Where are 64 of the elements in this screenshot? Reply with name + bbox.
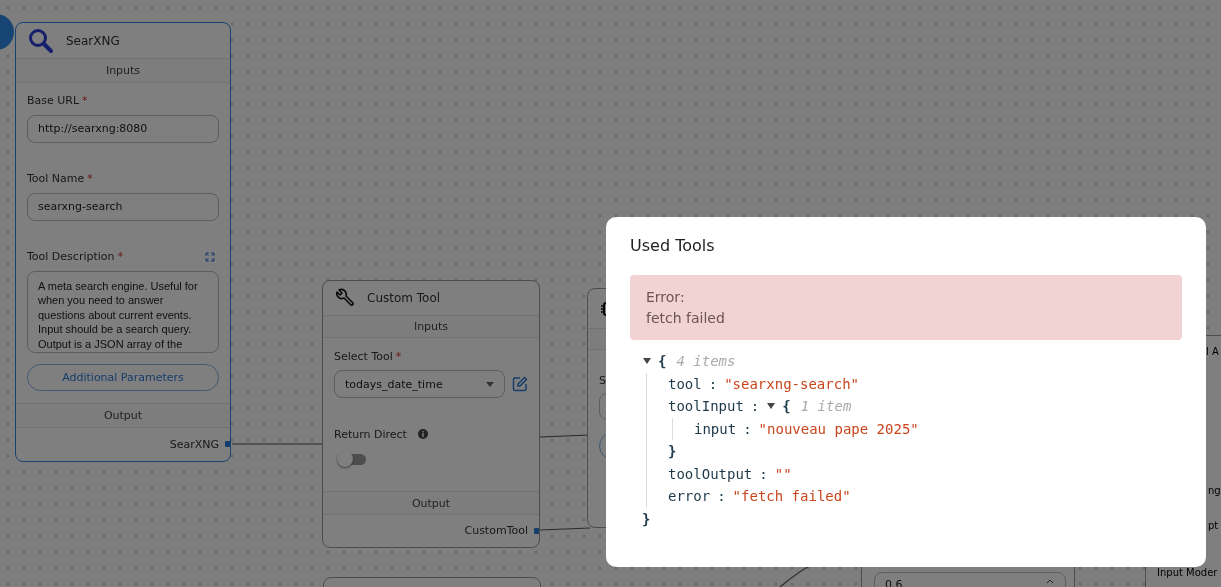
connector-line <box>539 527 591 531</box>
field-label: Return Direct <box>334 427 407 441</box>
json-brace: } <box>668 443 677 460</box>
output-label: CustomTool <box>464 524 528 538</box>
edit-icon[interactable] <box>512 376 528 393</box>
json-colon: : <box>708 375 718 392</box>
dialog-title: Used Tools <box>630 236 716 257</box>
json-key: toolInput <box>668 398 744 415</box>
json-key: tool <box>668 375 702 392</box>
node-text: l A <box>1206 346 1219 357</box>
number-field[interactable]: 0.6 <box>874 572 1066 587</box>
item-count: 4 items <box>676 353 736 370</box>
json-key: toolOutput <box>668 465 753 482</box>
text-field[interactable]: searxng-search <box>27 192 219 221</box>
output-label: SearXNG <box>169 437 219 451</box>
section-header: Inputs <box>16 58 230 83</box>
text-area[interactable]: A meta search engine. Useful for when you need to answer questions about current events. Input should be a search query. Output is a JSON array of the <box>27 270 219 353</box>
node-text: Input Moder <box>1157 567 1218 578</box>
node-text: ng <box>1208 485 1221 496</box>
toggle-switch[interactable] <box>340 454 366 466</box>
json-brace: { <box>782 398 791 415</box>
dropdown-field[interactable]: todays_date_time <box>334 370 505 399</box>
required-mark: * <box>395 349 402 363</box>
json-colon: : <box>759 465 768 482</box>
json-key: error <box>668 488 711 505</box>
json-value: "" <box>774 465 792 482</box>
json-value: "searxng-search" <box>724 375 859 392</box>
magnifier-icon <box>28 27 54 54</box>
text-field[interactable]: http://searxng:8080 <box>27 114 219 143</box>
field-label: S <box>599 374 606 387</box>
json-value: "nouveau pape 2025" <box>758 420 919 437</box>
node-card[interactable]: Custom Tool Inputs Select Tool * todays_date_time Return Direct Output CustomTool <box>322 280 540 548</box>
node-title: Custom Tool <box>367 290 441 305</box>
required-mark: * <box>87 172 93 186</box>
json-brace: { <box>658 353 667 370</box>
section-header: Inputs <box>323 314 539 339</box>
output-handle[interactable] <box>534 528 539 534</box>
field-label: Select Tool <box>334 349 393 363</box>
additional-parameters-button[interactable]: Additional Parameters <box>27 363 219 391</box>
field-label: Tool Description <box>27 250 115 264</box>
item-count: 1 item <box>800 398 852 415</box>
json-colon: : <box>750 398 760 415</box>
wrench-icon <box>335 287 355 308</box>
json-colon: : <box>717 488 726 505</box>
output-handle[interactable] <box>225 441 230 448</box>
field-label: Base URL <box>27 94 80 108</box>
expand-icon[interactable] <box>205 251 215 262</box>
node-title: SearXNG <box>66 33 120 48</box>
json-value: "fetch failed" <box>732 488 851 505</box>
json-key: input <box>694 420 737 437</box>
error-heading: Error: <box>646 289 686 305</box>
field-label: Tool Name <box>27 172 85 186</box>
error-message: fetch failed <box>646 310 726 326</box>
collapse-caret-icon[interactable] <box>766 402 777 411</box>
section-header: Output <box>16 402 230 428</box>
node-card[interactable] <box>15 22 231 462</box>
section-header: Output <box>323 491 539 515</box>
dropdown-caret-icon <box>486 381 494 387</box>
node-text: pt <box>1208 520 1219 531</box>
required-mark: * <box>82 94 88 108</box>
required-mark: * <box>117 250 123 264</box>
json-brace: } <box>642 510 651 527</box>
json-colon: : <box>743 420 752 437</box>
collapse-caret-icon[interactable] <box>642 357 652 366</box>
